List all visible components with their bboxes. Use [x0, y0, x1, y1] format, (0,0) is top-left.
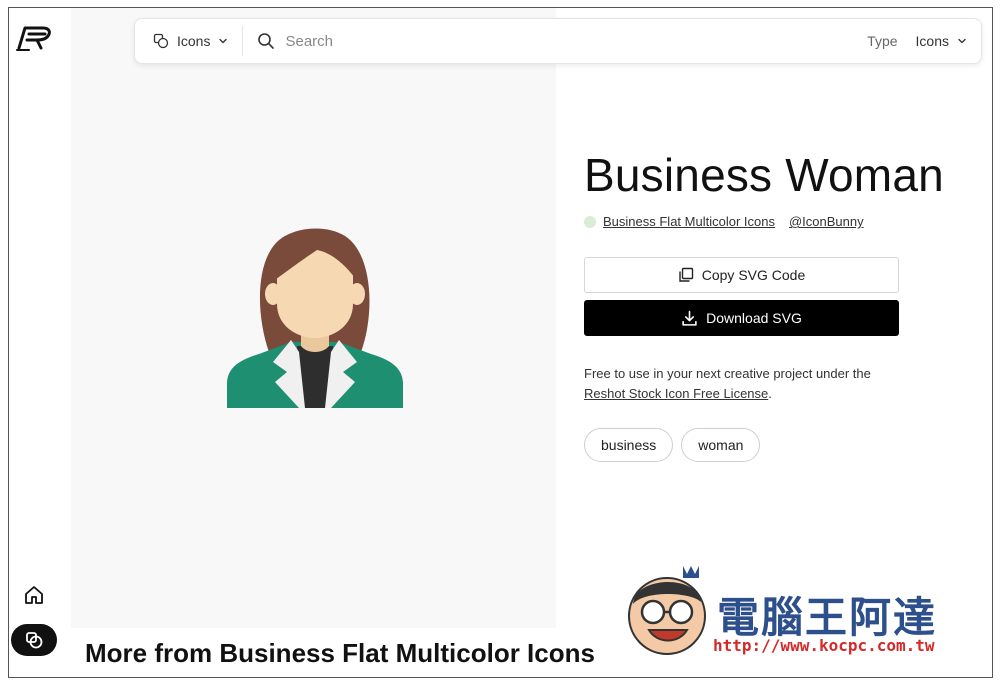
- tag-woman[interactable]: woman: [681, 428, 761, 462]
- home-icon: [25, 586, 43, 604]
- license-text: Free to use in your next creative projec…: [584, 366, 871, 401]
- tag-list: business woman: [584, 428, 768, 462]
- author-link[interactable]: @IconBunny: [789, 214, 864, 229]
- collection-dot: [584, 215, 596, 228]
- content-type-select[interactable]: Icons: [135, 26, 244, 56]
- copy-svg-label: Copy SVG Code: [701, 267, 806, 283]
- business-woman-illustration: [227, 228, 403, 408]
- home-button[interactable]: [21, 582, 47, 608]
- collection-link[interactable]: Business Flat Multicolor Icons: [603, 214, 775, 229]
- shapes-icon: [153, 33, 169, 49]
- watermark-url: http://www.kocpc.com.tw: [713, 636, 935, 655]
- type-filter-label: Type: [867, 33, 898, 49]
- copy-svg-button[interactable]: Copy SVG Code: [584, 257, 899, 293]
- icon-preview-panel: [71, 8, 556, 628]
- collections-button[interactable]: [11, 624, 57, 656]
- search-box: [243, 32, 867, 50]
- icon-title: Business Woman: [584, 149, 944, 201]
- mascot-face-icon: [628, 566, 706, 655]
- tag-business[interactable]: business: [584, 428, 674, 462]
- chevron-down-icon[interactable]: [957, 36, 967, 46]
- app-window: Business Woman Business Flat Multicolor …: [8, 7, 993, 678]
- type-filter: Type Icons: [867, 33, 981, 49]
- icon-details-panel: Business Woman Business Flat Multicolor …: [556, 8, 992, 628]
- icon-meta: Business Flat Multicolor Icons @IconBunn…: [584, 214, 878, 229]
- type-filter-value[interactable]: Icons: [916, 33, 949, 49]
- sidebar: [9, 8, 71, 677]
- collections-icon: [26, 632, 43, 649]
- search-input[interactable]: [285, 32, 706, 50]
- content-type-label: Icons: [177, 33, 211, 49]
- reshot-logo-icon[interactable]: [15, 22, 57, 54]
- chevron-down-icon: [219, 38, 228, 44]
- download-icon: [682, 310, 697, 326]
- download-svg-label: Download SVG: [706, 310, 802, 326]
- watermark: 電腦王阿達 http://www.kocpc.com.tw: [621, 564, 971, 664]
- search-icon: [258, 33, 275, 49]
- copy-icon: [679, 267, 693, 282]
- more-from-collection-heading: More from Business Flat Multicolor Icons: [85, 638, 595, 668]
- download-svg-button[interactable]: Download SVG: [584, 300, 899, 336]
- license-link[interactable]: Reshot Stock Icon Free License: [584, 386, 768, 401]
- search-bar: Icons Type Icons: [134, 18, 982, 64]
